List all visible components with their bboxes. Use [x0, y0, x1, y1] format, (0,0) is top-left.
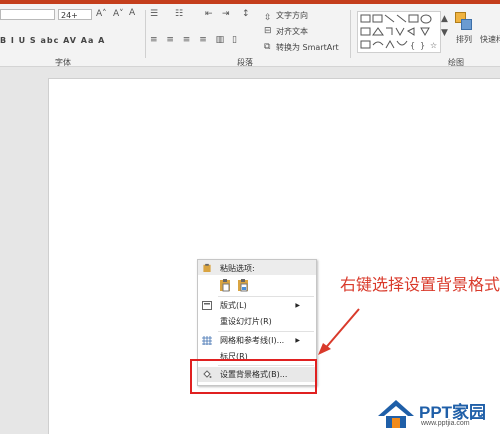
quick-styles-button[interactable]: 快速样 — [480, 34, 500, 45]
menu-item-layout[interactable]: 版式(L) ▶ — [198, 298, 316, 313]
paste-options-label: 粘贴选项: — [220, 264, 255, 273]
group-divider — [350, 10, 351, 58]
menu-item-label: 重设幻灯片(R) — [220, 317, 272, 326]
arrange-button[interactable]: 排列 — [456, 34, 472, 45]
indent-icon[interactable]: ⇤ — [205, 9, 213, 19]
smartart-icon[interactable]: ⧉ — [264, 42, 270, 52]
bullets-icon[interactable]: ☰ — [150, 9, 158, 19]
layout-icon — [202, 301, 212, 310]
brand-logo: PPT家园 www.pptjia.com — [374, 394, 500, 433]
font-name-box[interactable] — [0, 9, 55, 20]
menu-separator — [218, 331, 314, 332]
alignment-icons[interactable]: ≡ ≡ ≡ ≡ ▥ — [150, 35, 227, 45]
shapes-gallery[interactable]: { } ☆ — [357, 11, 441, 53]
paste-options-header: 粘贴选项: — [198, 260, 316, 275]
submenu-arrow-icon: ▶ — [295, 337, 300, 344]
font-format-buttons[interactable]: B I U S abc AV Aa A — [0, 36, 105, 45]
menu-item-label: 版式(L) — [220, 301, 247, 310]
columns-icon[interactable]: ▯ — [232, 35, 237, 45]
clipboard-icon — [203, 263, 211, 272]
group-divider — [145, 10, 146, 58]
svg-text:☆: ☆ — [430, 41, 437, 50]
outdent-icon[interactable]: ⇥ — [222, 9, 230, 19]
logo-url: www.pptjia.com — [421, 420, 470, 427]
paste-keep-format-icon[interactable] — [219, 278, 231, 292]
submenu-arrow-icon: ▶ — [295, 302, 300, 309]
annotation-text: 右键选择设置背景格式 — [340, 275, 500, 294]
svg-text:}: } — [420, 41, 425, 50]
menu-item-label: 网格和参考线(I)... — [220, 336, 285, 345]
font-shrink-icon[interactable]: A˅ — [113, 9, 124, 19]
menu-separator — [218, 296, 314, 297]
font-grow-icon[interactable]: A˄ — [96, 9, 107, 19]
align-text-icon[interactable]: ⊟ — [264, 26, 272, 36]
gallery-scroll-down-icon[interactable]: ▼ — [441, 28, 448, 38]
align-text-button[interactable]: 对齐文本 — [276, 26, 308, 37]
arrange-icon[interactable] — [455, 12, 472, 30]
convert-smartart-button[interactable]: 转换为 SmartArt — [276, 42, 339, 53]
line-spacing-icon[interactable]: ↕ — [242, 9, 250, 19]
house-logo-icon — [378, 400, 414, 428]
menu-item-grid-guides[interactable]: 网格和参考线(I)... ▶ — [198, 333, 316, 348]
gallery-scroll-up-icon[interactable]: ▲ — [441, 14, 448, 24]
clear-format-icon[interactable]: A — [129, 8, 135, 18]
font-size-box[interactable]: 24+ — [58, 9, 92, 20]
menu-item-reset-slide[interactable]: 重设幻灯片(R) — [198, 314, 316, 329]
svg-text:{: { — [410, 41, 415, 50]
text-direction-icon[interactable]: ⇳ — [264, 13, 272, 23]
paste-picture-icon[interactable] — [237, 278, 249, 292]
highlight-box — [190, 359, 317, 394]
numbering-icon[interactable]: ☷ — [175, 9, 183, 19]
text-direction-button[interactable]: 文字方向 — [276, 10, 308, 21]
ribbon: 24+ A˄ A˅ A B I U S abc AV Aa A 字体 ☰ ☷ ⇤… — [0, 4, 500, 67]
grid-icon — [202, 336, 212, 345]
annotation-arrow-icon — [318, 308, 360, 355]
shapes-gallery-icons: { } ☆ — [360, 14, 437, 50]
